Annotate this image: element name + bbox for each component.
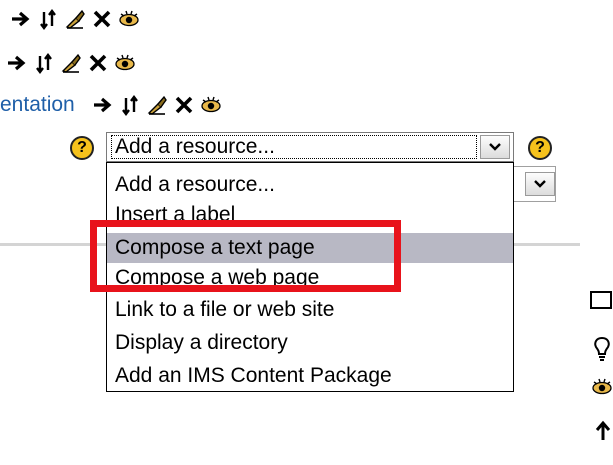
edit-icon[interactable]: [60, 52, 82, 74]
delete-icon[interactable]: [173, 94, 195, 116]
edit-icon[interactable]: [146, 94, 168, 116]
delete-icon[interactable]: [91, 8, 113, 30]
select-value: Add a resource...: [111, 135, 477, 159]
add-resource-select[interactable]: Add a resource...: [106, 132, 514, 162]
lightbulb-icon[interactable]: [592, 336, 612, 367]
delete-icon[interactable]: [87, 52, 109, 74]
arrow-right-icon[interactable]: [10, 8, 32, 30]
dropdown-button[interactable]: [480, 135, 510, 159]
move-updown-icon[interactable]: [119, 94, 141, 116]
arrow-right-icon[interactable]: [6, 52, 28, 74]
eye-icon[interactable]: [591, 376, 613, 403]
move-updown-icon[interactable]: [37, 8, 59, 30]
resource-link[interactable]: entation: [0, 93, 75, 117]
eye-icon[interactable]: [118, 8, 140, 30]
checkbox-icon[interactable]: [590, 291, 612, 309]
help-icon-right[interactable]: ?: [528, 136, 552, 160]
arrow-up-icon[interactable]: [594, 420, 612, 447]
editing-icons-row-2: [6, 50, 136, 76]
eye-icon[interactable]: [200, 94, 222, 116]
highlight-box: [90, 220, 401, 292]
option-ims-content-package[interactable]: Add an IMS Content Package: [107, 361, 513, 391]
editing-icons-row-3: entation: [0, 92, 222, 118]
option-add-resource[interactable]: Add a resource...: [107, 170, 513, 200]
move-updown-icon[interactable]: [33, 52, 55, 74]
arrow-right-icon[interactable]: [92, 94, 114, 116]
editing-icons-row-1: [10, 6, 140, 32]
eye-icon[interactable]: [114, 52, 136, 74]
chevron-down-icon: [489, 143, 501, 151]
edit-icon[interactable]: [64, 8, 86, 30]
option-display-directory[interactable]: Display a directory: [107, 328, 513, 358]
chevron-down-icon: [534, 180, 546, 188]
option-link-file-website[interactable]: Link to a file or web site: [107, 295, 513, 325]
dropdown-button[interactable]: [525, 172, 555, 196]
help-icon[interactable]: ?: [70, 136, 94, 160]
add-activity-select[interactable]: [510, 166, 556, 202]
